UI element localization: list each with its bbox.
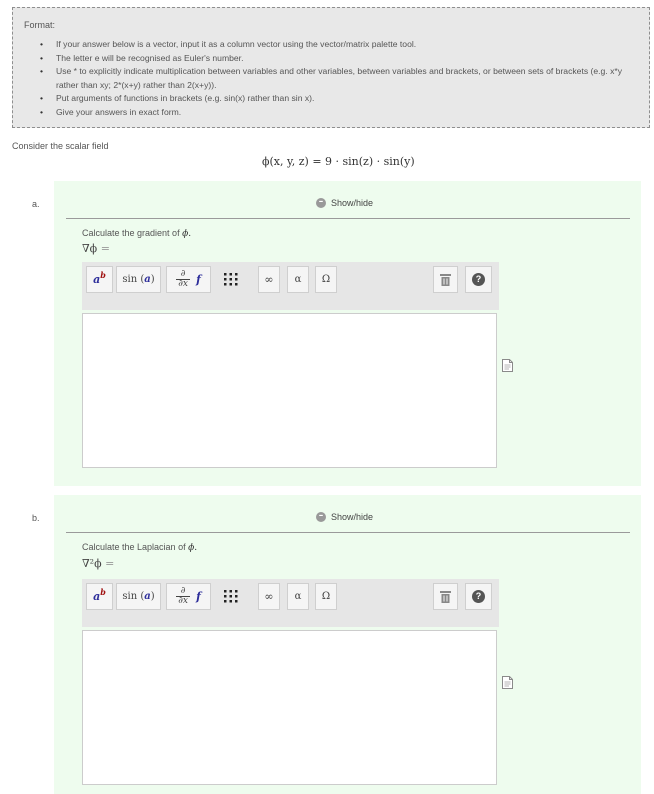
part-a-prompt: Calculate the gradient of ϕ.: [82, 228, 191, 239]
infinity-button[interactable]: ∞: [258, 583, 280, 610]
help-icon: ?: [472, 273, 485, 286]
f-label: f: [196, 273, 201, 286]
prompt-text: Calculate the Laplacian of: [82, 542, 186, 552]
divider: [66, 218, 630, 219]
lhs-equals: =: [105, 557, 115, 570]
scalar-field-formula: ϕ(x, y, z) = 9 · sin(z) · sin(y): [262, 155, 415, 168]
power-button[interactable]: ab: [86, 266, 113, 293]
partial-numerator: ∂: [180, 269, 186, 279]
greek-alpha-button[interactable]: α: [287, 266, 309, 293]
document-icon[interactable]: [502, 359, 513, 372]
help-button[interactable]: ?: [465, 266, 492, 293]
format-item: If your answer below is a vector, input …: [40, 38, 625, 52]
part-b-panel: – Show/hide Calculate the Laplacian of ϕ…: [54, 495, 641, 794]
matrix-button[interactable]: [217, 583, 245, 610]
partial-denominator: ∂x: [178, 279, 188, 289]
function-button[interactable]: sin (a): [116, 583, 161, 610]
help-icon: ?: [472, 590, 485, 603]
symbols-omega-button[interactable]: Ω: [315, 583, 337, 610]
prompt-text: Calculate the gradient of: [82, 228, 180, 238]
prompt-symbol: ϕ.: [188, 543, 198, 553]
delete-button[interactable]: [433, 583, 458, 610]
part-a-answer-input[interactable]: [82, 313, 497, 468]
part-b-lhs: ∇²ϕ =: [82, 557, 114, 570]
document-icon[interactable]: [502, 676, 513, 689]
help-button[interactable]: ?: [465, 583, 492, 610]
part-b-prompt: Calculate the Laplacian of ϕ.: [82, 542, 197, 553]
part-b-math-toolbar: ab sin (a) ∂ ∂x f ∞ α Ω ?: [82, 579, 499, 627]
trash-icon: [440, 591, 451, 603]
partial-denominator: ∂x: [178, 596, 188, 606]
format-item: Put arguments of functions in brackets (…: [40, 92, 625, 106]
lhs-expression: ∇²ϕ: [82, 557, 102, 570]
lhs-expression: ∇ϕ: [82, 242, 98, 255]
format-list: If your answer below is a vector, input …: [40, 38, 625, 119]
part-b-showhide-toggle[interactable]: – Show/hide: [316, 512, 373, 522]
matrix-button[interactable]: [217, 266, 245, 293]
part-a-math-toolbar: ab sin (a) ∂ ∂x f ∞ α Ω ?: [82, 262, 499, 310]
prompt-symbol: ϕ.: [182, 229, 192, 239]
trash-icon: [440, 274, 451, 286]
infinity-button[interactable]: ∞: [258, 266, 280, 293]
part-a-showhide-toggle[interactable]: – Show/hide: [316, 198, 373, 208]
greek-alpha-button[interactable]: α: [287, 583, 309, 610]
matrix-icon: [224, 273, 238, 286]
symbols-omega-button[interactable]: Ω: [315, 266, 337, 293]
part-a-panel: – Show/hide Calculate the gradient of ϕ.…: [54, 181, 641, 486]
function-button[interactable]: sin (a): [116, 266, 161, 293]
divider: [66, 532, 630, 533]
f-label: f: [196, 590, 201, 603]
format-title: Format:: [24, 20, 56, 30]
showhide-label: Show/hide: [331, 512, 374, 522]
part-b-answer-input[interactable]: [82, 630, 497, 785]
format-item: The letter e will be recognised as Euler…: [40, 52, 625, 66]
power-button[interactable]: ab: [86, 583, 113, 610]
delete-button[interactable]: [433, 266, 458, 293]
part-a-lhs: ∇ϕ =: [82, 242, 110, 255]
format-item: Use * to explicitly indicate multiplicat…: [40, 65, 625, 92]
part-a-letter: a.: [32, 199, 40, 209]
format-item: Give your answers in exact form.: [40, 106, 625, 120]
part-b-letter: b.: [32, 513, 40, 523]
showhide-label: Show/hide: [331, 198, 374, 208]
partial-numerator: ∂: [180, 586, 186, 596]
matrix-icon: [224, 590, 238, 603]
collapse-icon: –: [316, 512, 326, 522]
derivative-button[interactable]: ∂ ∂x f: [166, 583, 211, 610]
collapse-icon: –: [316, 198, 326, 208]
intro-text: Consider the scalar field: [12, 141, 109, 151]
derivative-button[interactable]: ∂ ∂x f: [166, 266, 211, 293]
lhs-equals: =: [100, 242, 110, 255]
format-instructions-box: Format: If your answer below is a vector…: [12, 7, 650, 128]
